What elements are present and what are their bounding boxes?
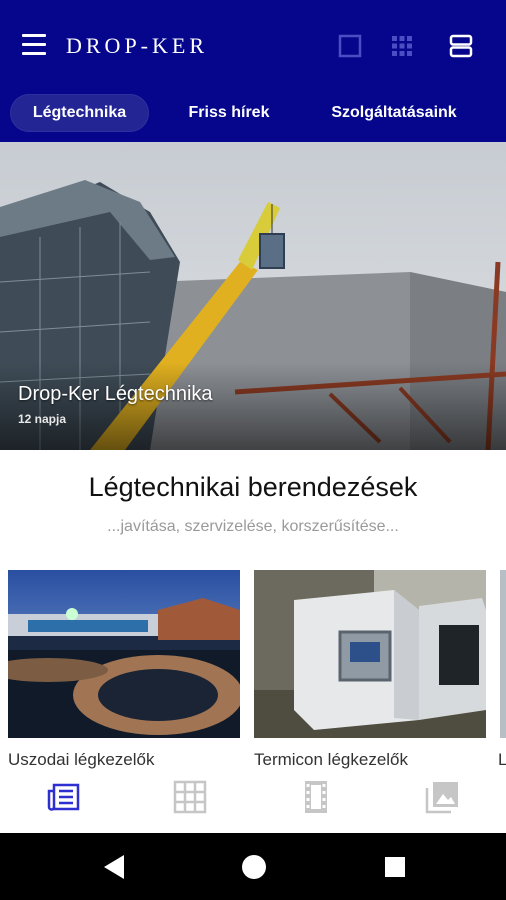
grid-icon[interactable] [172,779,208,815]
card-termicon-legkezelok[interactable] [254,570,486,738]
app-bar: DROP-KER [0,0,506,85]
back-icon[interactable] [102,854,126,885]
news-icon[interactable] [46,779,82,815]
card-label-uszodai: Uszodai légkezelők [8,750,155,769]
home-icon[interactable] [241,854,267,885]
tab-friss-hirek[interactable]: Friss hírek [173,94,285,132]
card-image [8,570,240,738]
grid-view-icon[interactable] [390,34,414,58]
category-tabs: Légtechnika Friss hírek Szolgáltatásaink [0,85,506,142]
recents-icon[interactable] [384,856,406,883]
card-label-termicon: Termicon légkezelők [254,750,409,769]
section-title: Légtechnikai berendezések [88,472,418,502]
hero-title: Drop-Ker Légtechnika [18,383,213,405]
card-label-partial: L [498,750,506,769]
film-icon[interactable] [298,779,334,815]
card-image [254,570,486,738]
single-square-view-icon[interactable] [338,34,362,58]
hamburger-menu-icon[interactable] [22,34,46,58]
bottom-navigation [0,775,506,833]
section-subtitle: ...javítása, szervizelése, korszerűsítés… [107,518,399,535]
gallery-icon[interactable] [424,779,460,815]
app-logo: DROP-KER [66,33,209,58]
tab-legtechnika[interactable]: Légtechnika [10,94,149,132]
card-partial[interactable] [500,570,506,738]
list-view-icon[interactable] [449,34,473,58]
hero-date: 12 napja [18,412,67,426]
tab-szolgaltatasaink[interactable]: Szolgáltatásaink [312,94,476,132]
card-uszodai-legkezelok[interactable] [8,570,240,738]
system-navigation-bar [0,833,506,900]
